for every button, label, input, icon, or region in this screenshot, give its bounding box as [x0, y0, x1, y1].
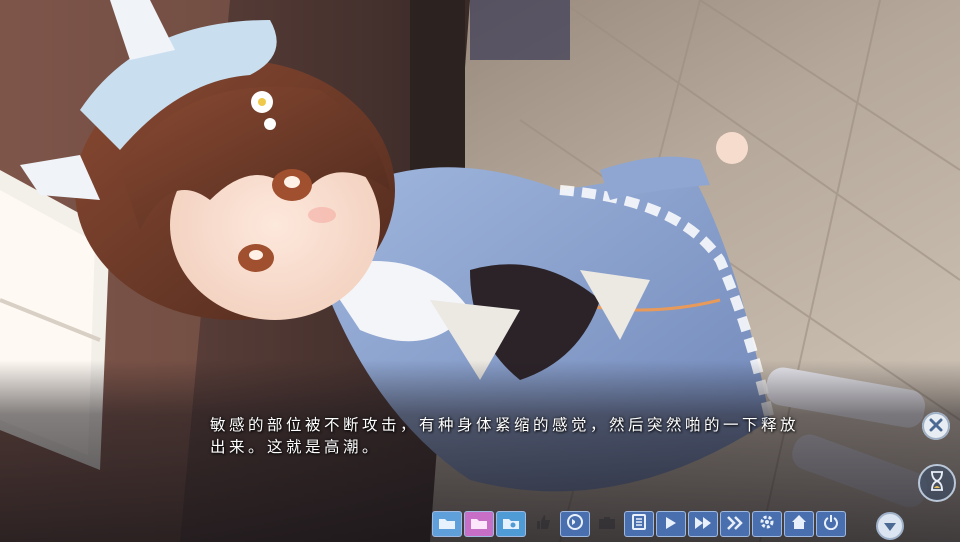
save-button[interactable] — [496, 511, 526, 537]
chevron-down-icon — [883, 517, 897, 536]
skip-button[interactable] — [688, 511, 718, 537]
scroll-down-button[interactable] — [876, 512, 904, 540]
voice-icon — [566, 513, 584, 535]
log-icon — [632, 514, 646, 534]
home-icon — [791, 514, 807, 534]
game-toolbar — [432, 510, 846, 538]
voice-replay-button[interactable] — [560, 511, 590, 537]
auto-button[interactable] — [656, 511, 686, 537]
screenshot-button[interactable] — [592, 511, 622, 537]
quick-load-button[interactable] — [464, 511, 494, 537]
double-chevron-icon — [726, 515, 744, 534]
close-dialogue-button[interactable] — [922, 412, 950, 440]
thumb-icon — [535, 514, 551, 534]
log-button[interactable] — [624, 511, 654, 537]
exit-button[interactable] — [816, 511, 846, 537]
skip-all-button[interactable] — [720, 511, 750, 537]
dialogue-text: 敏感的部位被不断攻击，有种身体紧缩的感觉，然后突然啪的一下释放 出来。这就是高潮… — [210, 416, 800, 456]
close-icon — [929, 417, 943, 436]
camera-icon — [598, 515, 616, 534]
config-button[interactable] — [752, 511, 782, 537]
favorite-button[interactable] — [528, 511, 558, 537]
power-icon — [823, 514, 839, 534]
folder-load-icon — [470, 515, 488, 534]
folder-icon — [502, 515, 520, 534]
quick-save-button[interactable] — [432, 511, 462, 537]
title-button[interactable] — [784, 511, 814, 537]
hourglass-icon — [929, 471, 945, 495]
folder-save-icon — [438, 515, 456, 534]
gear-icon — [759, 514, 775, 534]
play-icon — [665, 515, 677, 534]
hourglass-button[interactable] — [918, 464, 956, 502]
fast-forward-icon — [694, 515, 712, 534]
